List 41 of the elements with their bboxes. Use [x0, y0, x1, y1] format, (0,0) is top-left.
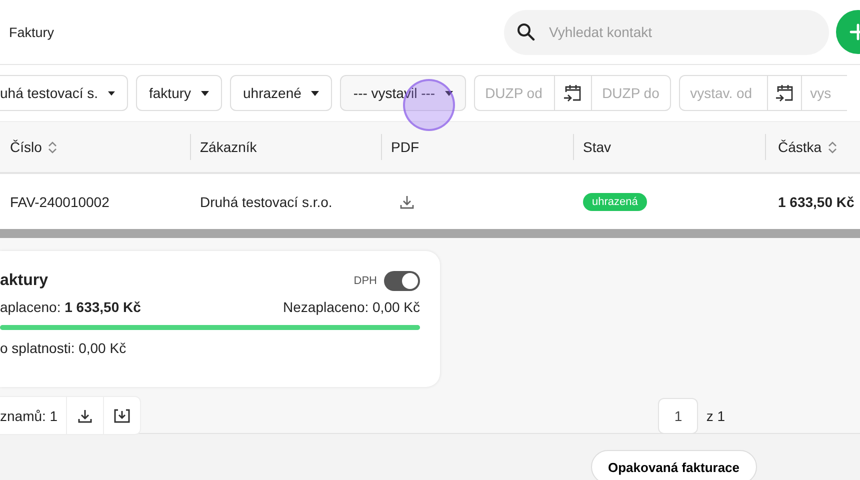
page-total: z 1 [706, 408, 725, 424]
filter-dropdown[interactable]: uhá testovací s. [0, 75, 128, 111]
sort-icon[interactable] [48, 140, 57, 154]
filter-dropdown[interactable]: uhrazené [230, 75, 332, 111]
toggle-label: DPH [354, 275, 377, 287]
unpaid-amount: Nezaplaceno: 0,00 Kč [283, 299, 420, 315]
search-field[interactable]: Vyhledat kontakt [504, 10, 829, 54]
tray-download-icon [112, 408, 131, 424]
table-cell: Druhá testovací s.r.o. [200, 194, 332, 210]
date-field[interactable]: DUZP od [474, 75, 554, 111]
table-cell: 1 633,50 Kč [778, 194, 854, 210]
page-title: Faktury [9, 24, 56, 40]
record-count: znamů: 1 [0, 408, 59, 424]
download-icon[interactable] [399, 194, 415, 210]
date-field[interactable]: DUZP do [591, 75, 672, 111]
download-icon [76, 408, 93, 424]
calendar-button[interactable] [767, 75, 802, 111]
caret-icon [445, 90, 454, 96]
column-header[interactable]: PDF [391, 139, 419, 155]
caret-icon [201, 90, 210, 96]
page-input[interactable]: 1 [658, 398, 698, 434]
filter-dropdown[interactable]: faktury [136, 75, 222, 111]
recurring-invoice-button[interactable]: Opakovaná fakturace [591, 450, 757, 480]
calendar-button[interactable] [554, 75, 592, 111]
paid-amount: aplaceno: 1 633,50 Kč [0, 299, 141, 315]
date-field[interactable]: vys [801, 75, 848, 111]
caret-icon [108, 90, 115, 96]
overdue-amount: o splatnosti: 0,00 Kč [0, 340, 128, 356]
status-badge: uhrazená [583, 192, 647, 210]
date-field[interactable]: vystav. od [679, 75, 768, 111]
column-header[interactable]: Částka [778, 139, 822, 155]
column-header[interactable]: Číslo [10, 139, 42, 155]
scrollbar[interactable] [0, 229, 860, 238]
column-header[interactable]: Stav [583, 139, 612, 155]
column-header[interactable]: Zákazník [200, 139, 257, 155]
vat-toggle[interactable] [384, 271, 420, 291]
table-cell: FAV-240010002 [10, 194, 110, 210]
caret-icon [311, 90, 320, 96]
card-title: aktury [0, 272, 48, 290]
search-icon [517, 22, 535, 40]
sort-icon[interactable] [828, 140, 837, 154]
